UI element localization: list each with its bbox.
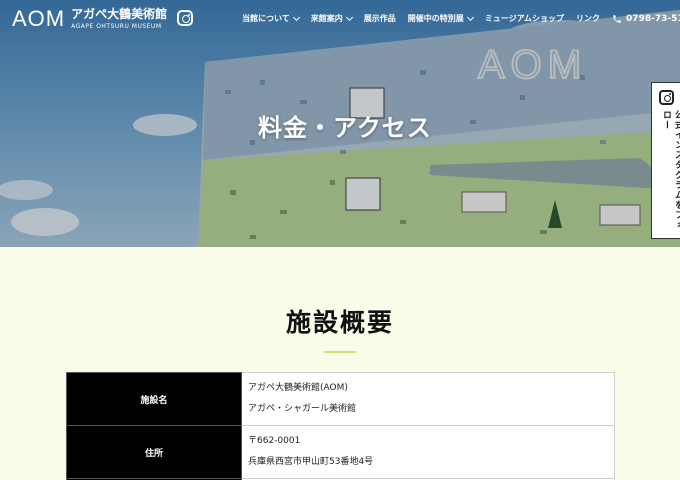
address-line: 兵庫県西宮市甲山町53番地4号: [248, 457, 374, 467]
facility-name-line: アガペ・シャガール美術館: [248, 404, 357, 414]
logo-name-en: AGAPE OHTSURU MUSEUM: [71, 23, 162, 30]
main-nav: 当館について 来館案内 展示作品 開催中の特別展 ミュージアムショップ リンク …: [242, 13, 680, 24]
nav-label: ミュージアムショップ: [484, 14, 565, 23]
logo-text: アガペ大鶴美術館 AGAPE OHTSURU MUSEUM: [71, 7, 167, 31]
table-row: 施設名 アガペ大鶴美術館(AOM) アガペ・シャガール美術館: [66, 372, 615, 426]
nav-item-links[interactable]: リンク: [576, 13, 600, 24]
phone-icon: [613, 14, 621, 23]
nav-label: 開催中の特別展: [407, 14, 464, 23]
nav-item-about[interactable]: 当館について: [242, 13, 300, 24]
table-row-value: アガペ大鶴美術館(AOM) アガペ・シャガール美術館: [241, 372, 615, 426]
section-title: 施設概要: [285, 308, 394, 337]
nav-item-shop[interactable]: ミュージアムショップ: [485, 13, 564, 24]
site-logo[interactable]: AOM アガペ大鶴美術館 AGAPE OHTSURU MUSEUM: [12, 7, 167, 31]
nav-label: 来館案内: [310, 14, 343, 23]
facility-table: 施設名 アガペ大鶴美術館(AOM) アガペ・シャガール美術館 住所 〒662-0…: [66, 372, 615, 480]
address-line: 〒662-0001: [248, 436, 301, 446]
nav-label: リンク: [576, 14, 601, 23]
instagram-follow-tab[interactable]: 公式インスタグラムをフォロー: [651, 82, 680, 239]
table-row-label: 施設名: [66, 372, 242, 426]
logo-mark: AOM: [12, 6, 66, 31]
table-row: 住所 〒662-0001 兵庫県西宮市甲山町53番地4号: [66, 425, 615, 479]
page-title: 料金・アクセス: [258, 114, 432, 142]
nav-label: 当館について: [242, 14, 290, 23]
chevron-down-icon: [466, 13, 474, 21]
table-row-label: 住所: [66, 425, 242, 479]
instagram-icon: [659, 90, 674, 105]
nav-label: 展示作品: [363, 14, 396, 23]
site-header: AOM アガペ大鶴美術館 AGAPE OHTSURU MUSEUM 当館について…: [0, 0, 680, 40]
facility-name-line: アガペ大鶴美術館(AOM): [248, 383, 348, 393]
phone-number: 0798-73-5111: [626, 13, 680, 24]
nav-item-special-exhibition[interactable]: 開催中の特別展: [407, 13, 474, 24]
nav-item-visit[interactable]: 来館案内: [310, 13, 353, 24]
table-row-value: 〒662-0001 兵庫県西宮市甲山町53番地4号: [241, 425, 615, 479]
chevron-down-icon: [345, 13, 353, 21]
chevron-down-icon: [292, 13, 300, 21]
phone-link[interactable]: 0798-73-5111: [612, 14, 680, 24]
logo-name-jp: アガペ大鶴美術館: [71, 7, 168, 21]
instagram-icon[interactable]: [177, 10, 193, 26]
nav-item-works[interactable]: 展示作品: [364, 13, 396, 24]
title-underline: [324, 351, 356, 353]
instagram-follow-label: 公式インスタグラムをフォロー: [661, 110, 680, 230]
